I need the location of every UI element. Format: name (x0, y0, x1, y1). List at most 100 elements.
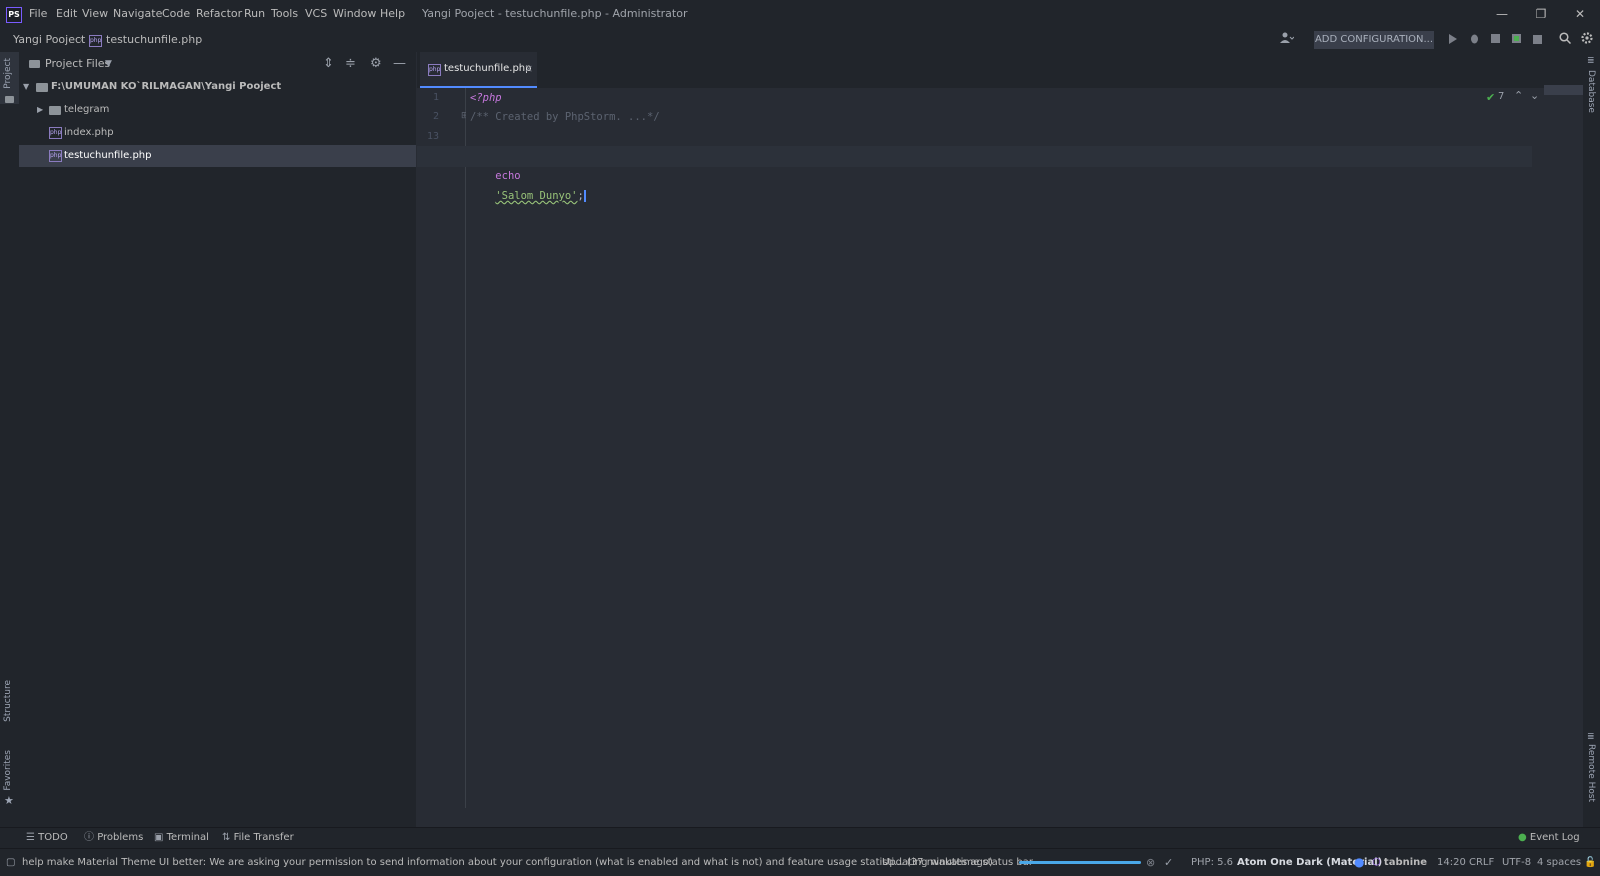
project-tool-button[interactable]: Project (0, 52, 19, 104)
previous-highlight-icon[interactable]: ⌃ (1514, 89, 1523, 102)
problems-label: Problems (97, 832, 144, 843)
tabnine-label: tabnine (1383, 857, 1428, 868)
close-tab-icon[interactable]: × (524, 52, 533, 86)
tree-row-root[interactable]: ▼ F:\UMUMAN KO`RILMAGAN\Yangi Pooject (19, 76, 416, 98)
minimize-button[interactable]: — (1483, 0, 1521, 28)
event-log-button[interactable]: ● Event Log (1518, 828, 1580, 848)
menu-code[interactable]: Code (162, 0, 190, 28)
inspection-count[interactable]: 7 (1498, 91, 1504, 102)
echo-keyword: echo (495, 170, 521, 182)
menu-help[interactable]: Help (380, 0, 405, 28)
lock-icon[interactable]: 🔓 (1584, 849, 1596, 876)
window-title: Yangi Pooject - testuchunfile.php - Admi… (422, 7, 688, 20)
menu-refactor[interactable]: Refactor (196, 0, 242, 28)
status-bar: ▢ help make Material Theme UI better: We… (0, 848, 1600, 876)
line-number: 13 (426, 131, 439, 142)
chevron-down-icon[interactable]: ▼ (23, 76, 29, 98)
check-circle-icon[interactable]: ✓ (1164, 849, 1173, 876)
database-icon: ≣ (1587, 56, 1595, 66)
editor-tab-bar: php testuchunfile.php × (417, 52, 1583, 88)
theme-accent-icon[interactable]: ● (1354, 849, 1364, 876)
editor-gutter: 1 2 13 14 ⊞ (417, 88, 469, 808)
tree-row-index[interactable]: php index.php (19, 122, 416, 144)
tree-label: F:\UMUMAN KO`RILMAGAN\Yangi Pooject (51, 81, 282, 92)
tree-row-telegram[interactable]: ▶ telegram (19, 99, 416, 121)
menu-view[interactable]: View (82, 0, 108, 28)
cancel-task-icon[interactable]: ⊗ (1146, 849, 1155, 876)
code-editor[interactable]: <?php /** Created by PhpStorm. ...*/ ech… (417, 85, 1584, 808)
tabnine-status[interactable]: ⬡ tabnine (1372, 849, 1427, 876)
remote-host-tool-button[interactable]: Remote Host ≣ (1583, 732, 1600, 812)
folder-icon (49, 99, 61, 121)
restore-button[interactable]: ❐ (1522, 0, 1560, 28)
file-transfer-tool-button[interactable]: ⇅ File Transfer (222, 828, 294, 848)
search-icon[interactable] (1556, 31, 1574, 49)
menu-vcs[interactable]: VCS (305, 0, 327, 28)
chevron-down-icon[interactable]: ▼ (105, 52, 112, 76)
breadcrumb-separator: › (188, 33, 193, 46)
favorites-tool-button[interactable]: Favorites ★ (0, 750, 19, 810)
phpstorm-logo-icon: PS (6, 7, 22, 23)
tab-testuchunfile[interactable]: php testuchunfile.php × (420, 52, 537, 88)
code-line-1: <?php (470, 92, 502, 104)
collapse-all-icon[interactable]: ≑ (345, 52, 356, 76)
todo-tool-button[interactable]: ☰ TODO (26, 828, 68, 848)
caret-position[interactable]: 14:20 (1437, 849, 1466, 876)
status-message[interactable]: help make Material Theme UI better: We a… (22, 849, 993, 876)
event-log-label: Event Log (1529, 832, 1580, 843)
settings-icon[interactable] (1578, 31, 1596, 49)
menu-file[interactable]: File (29, 0, 47, 28)
php-file-icon: php (49, 145, 62, 167)
file-transfer-label: File Transfer (233, 832, 294, 843)
user-icon[interactable] (1278, 31, 1296, 49)
next-highlight-icon[interactable]: ⌄ (1530, 89, 1539, 102)
close-button[interactable]: ✕ (1561, 0, 1599, 28)
title-bar: PS File Edit View Navigate Code Refactor… (0, 0, 1600, 28)
run-icon[interactable] (1444, 31, 1462, 49)
terminal-tool-button[interactable]: ▣ Terminal (154, 828, 209, 848)
menu-window[interactable]: Window (333, 0, 376, 28)
breadcrumb-project[interactable]: Yangi Pooject (13, 28, 85, 52)
folder-icon (29, 52, 40, 76)
gear-icon[interactable]: ⚙ (370, 52, 382, 76)
add-configuration-button[interactable]: ADD CONFIGURATION... (1314, 31, 1434, 49)
navigation-bar: Yangi Pooject › php testuchunfile.php › … (0, 28, 1600, 52)
debug-icon[interactable] (1465, 31, 1483, 49)
file-encoding[interactable]: UTF-8 (1502, 849, 1531, 876)
database-tool-label: Database (1586, 70, 1596, 113)
code-line-14: echo 'Salom Dunyo'; (470, 146, 586, 202)
minimap[interactable] (1544, 85, 1584, 95)
menu-navigate[interactable]: Navigate (113, 0, 162, 28)
php-version[interactable]: PHP: 5.6 (1191, 849, 1233, 876)
check-icon[interactable]: ✔ (1486, 91, 1495, 104)
profile-icon[interactable] (1507, 31, 1525, 49)
database-tool-button[interactable]: Database ≣ (1583, 56, 1600, 116)
project-panel: Project Files ▼ ⇕ ≑ ⚙ — ▼ F:\UMUMAN KO`R… (19, 52, 416, 827)
indent-setting[interactable]: 4 spaces (1537, 849, 1581, 876)
tree-label: index.php (64, 127, 114, 138)
structure-tool-label: Structure (3, 680, 13, 722)
tree-label: testuchunfile.php (64, 150, 152, 161)
menu-run[interactable]: Run (244, 0, 265, 28)
hide-icon[interactable]: — (393, 52, 406, 76)
background-task[interactable]: Updating wakatime status bar (882, 849, 1033, 876)
remote-host-tool-label: Remote Host (1586, 744, 1596, 803)
tree-label: telegram (64, 104, 110, 115)
structure-tool-button[interactable]: Structure (0, 680, 19, 740)
line-separator[interactable]: CRLF (1469, 849, 1494, 876)
bottom-tool-bar: ☰ TODO ⓘ Problems ▣ Terminal ⇅ File Tran… (0, 827, 1600, 848)
view-selector[interactable]: Project Files (45, 52, 110, 76)
stop-icon[interactable] (1528, 31, 1546, 49)
php-file-icon: php (89, 34, 102, 47)
coverage-icon[interactable] (1486, 31, 1504, 49)
tree-row-testuchunfile[interactable]: php testuchunfile.php (19, 145, 416, 167)
menu-tools[interactable]: Tools (271, 0, 298, 28)
expand-all-icon[interactable]: ⇕ (323, 52, 334, 76)
star-icon: ★ (4, 794, 14, 807)
menu-edit[interactable]: Edit (56, 0, 77, 28)
problems-tool-button[interactable]: ⓘ Problems (84, 828, 143, 848)
window-icon[interactable]: ▢ (6, 849, 15, 876)
chevron-right-icon[interactable]: ▶ (37, 99, 43, 121)
semicolon: ; (577, 190, 586, 202)
php-file-icon: php (49, 122, 62, 144)
